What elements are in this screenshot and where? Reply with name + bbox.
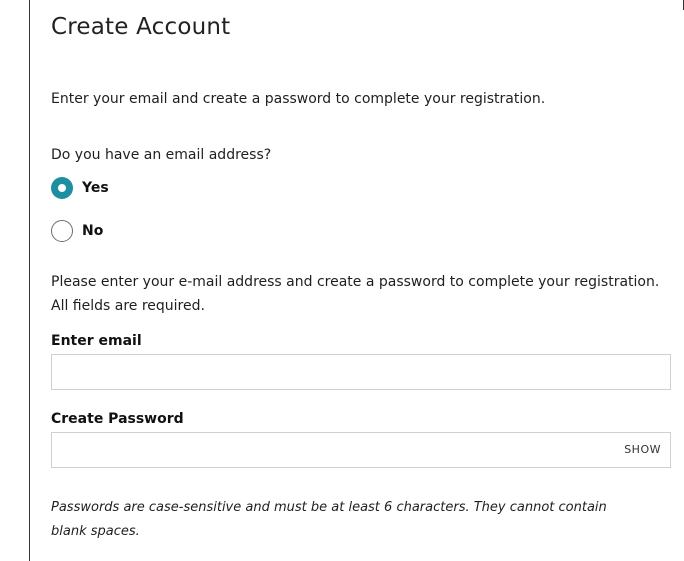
password-field-wrapper: SHOW bbox=[51, 432, 671, 468]
email-field[interactable] bbox=[51, 354, 671, 390]
radio-dot bbox=[58, 184, 66, 192]
required-fields-note: All fields are required. bbox=[51, 298, 205, 314]
create-account-page: Create Account Enter your email and crea… bbox=[0, 0, 684, 561]
radio-option-yes[interactable]: Yes bbox=[51, 177, 109, 199]
password-label: Create Password bbox=[51, 411, 184, 427]
radio-label-no[interactable]: No bbox=[82, 223, 103, 239]
email-label: Enter email bbox=[51, 333, 142, 349]
password-field[interactable] bbox=[52, 433, 592, 467]
email-question: Do you have an email address? bbox=[51, 147, 272, 163]
password-hint-line2: blank spaces. bbox=[51, 524, 140, 539]
password-hint-line1: Passwords are case-sensitive and must be… bbox=[51, 500, 607, 515]
intro-text: Enter your email and create a password t… bbox=[51, 91, 546, 107]
password-hint: Passwords are case-sensitive and must be… bbox=[51, 496, 651, 544]
radio-label-yes[interactable]: Yes bbox=[82, 180, 109, 196]
radio-unchecked-icon[interactable] bbox=[51, 220, 73, 242]
frame-border-left bbox=[29, 0, 30, 561]
radio-checked-icon[interactable] bbox=[51, 177, 73, 199]
radio-option-no[interactable]: No bbox=[51, 220, 103, 242]
show-password-button[interactable]: SHOW bbox=[624, 433, 661, 467]
instructions-text: Please enter your e-mail address and cre… bbox=[51, 274, 660, 290]
page-title: Create Account bbox=[51, 14, 231, 40]
